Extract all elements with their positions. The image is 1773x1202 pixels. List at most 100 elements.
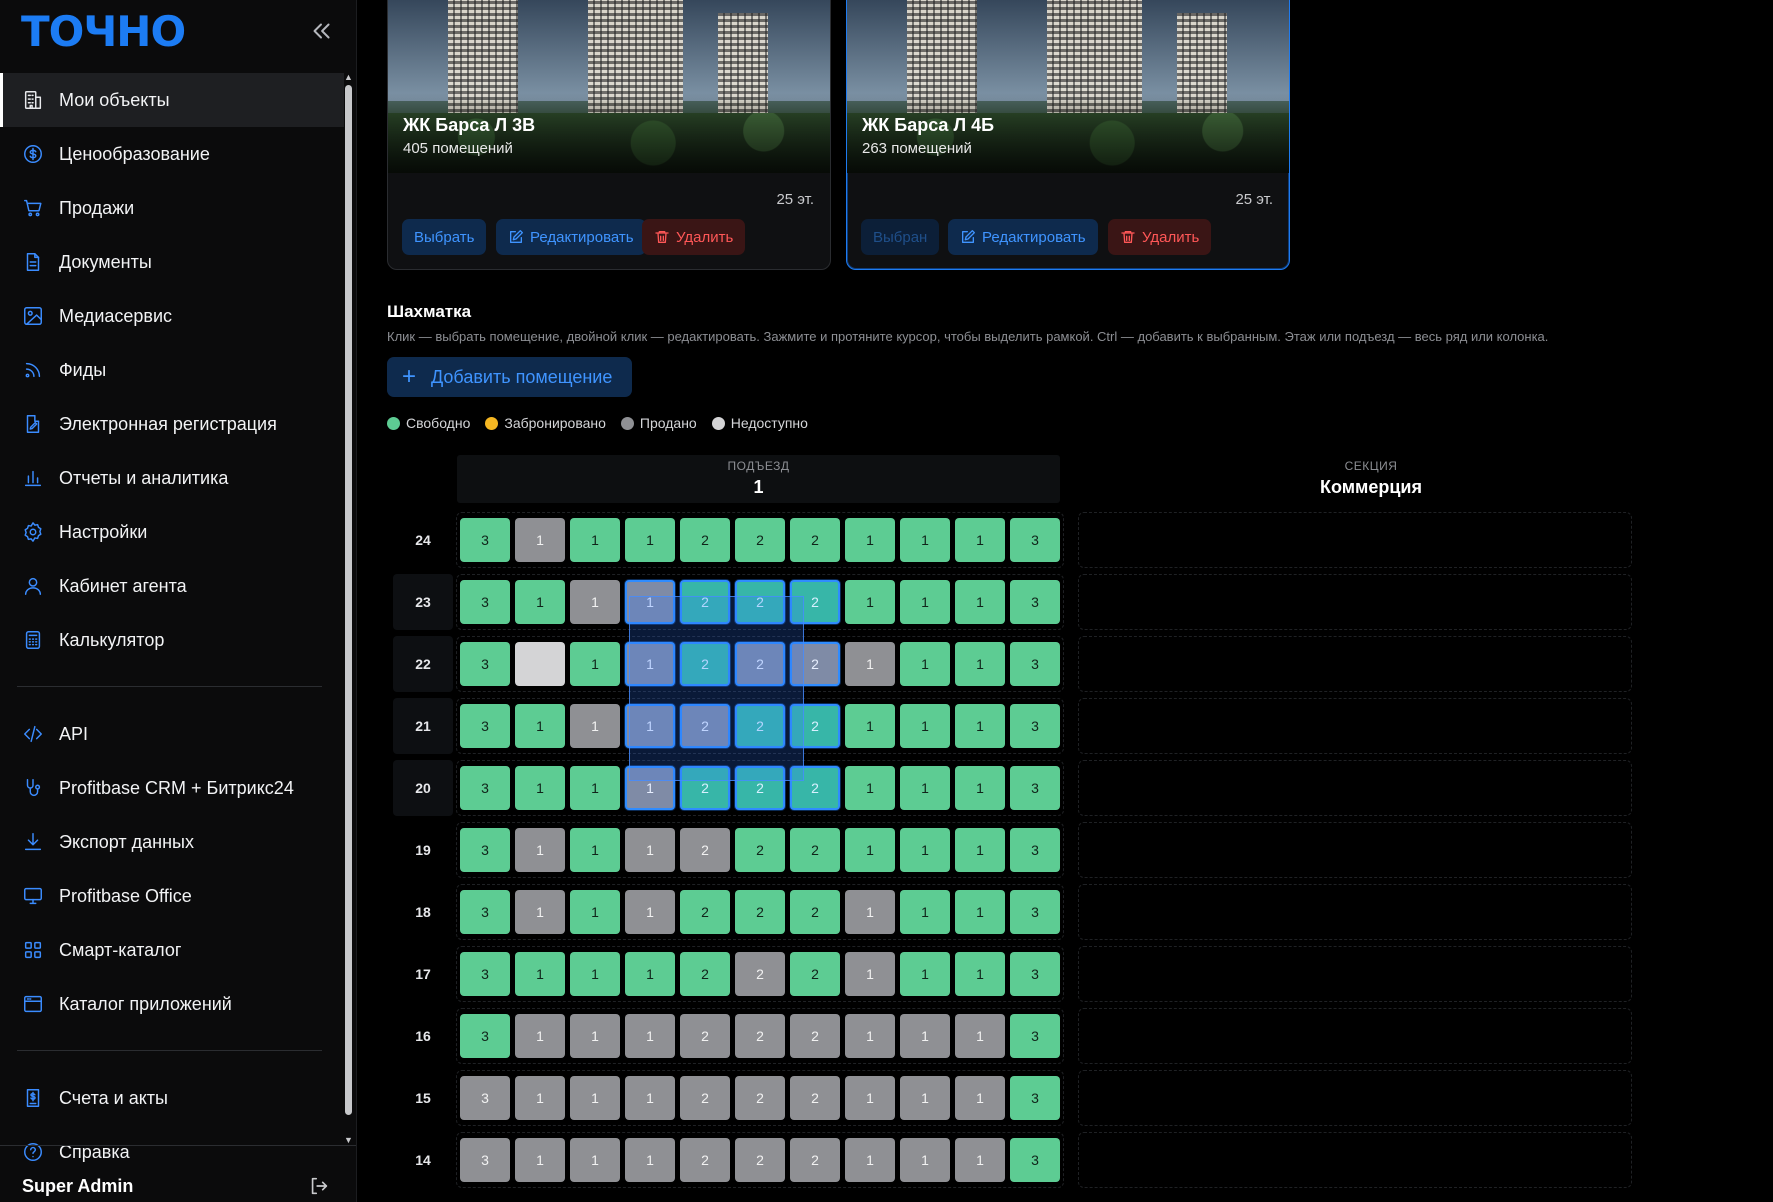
commerce-section-row[interactable]	[1078, 822, 1632, 878]
room-cell[interactable]: 2	[790, 1138, 840, 1182]
commerce-section-row[interactable]	[1078, 884, 1632, 940]
room-cell[interactable]: 3	[1010, 828, 1060, 872]
room-cell[interactable]: 1	[955, 580, 1005, 624]
collapse-sidebar-icon[interactable]	[308, 18, 334, 44]
room-cell[interactable]: 1	[845, 1138, 895, 1182]
room-cell[interactable]: 1	[625, 828, 675, 872]
select-project-button[interactable]: Выбрать	[402, 219, 487, 255]
room-cell[interactable]: 1	[845, 952, 895, 996]
scroll-down-arrow-icon[interactable]: ▼	[344, 1136, 353, 1145]
room-cell[interactable]: 1	[955, 1076, 1005, 1120]
room-cell[interactable]: 2	[790, 704, 840, 748]
room-cell[interactable]: 2	[735, 952, 785, 996]
sidebar-item-4-nav2[interactable]: Profitbase Office	[0, 869, 344, 923]
sidebar-scrollbar[interactable]: ▲ ▼	[344, 73, 353, 1145]
floor-number[interactable]: 16	[393, 1008, 453, 1064]
room-cell[interactable]	[515, 642, 565, 686]
room-cell[interactable]: 2	[790, 1014, 840, 1058]
sidebar-item-3-nav[interactable]: Продажи	[0, 181, 344, 235]
floor-number[interactable]: 15	[393, 1070, 453, 1126]
sidebar-item-7-nav[interactable]: Электронная регистрация	[0, 397, 344, 451]
room-cell[interactable]: 1	[515, 828, 565, 872]
delete-project-button[interactable]: Удалить	[642, 219, 746, 255]
room-cell[interactable]: 2	[790, 766, 840, 810]
room-cell[interactable]: 3	[1010, 766, 1060, 810]
room-cell[interactable]: 1	[900, 1076, 950, 1120]
room-cell[interactable]: 2	[790, 828, 840, 872]
room-cell[interactable]: 1	[625, 518, 675, 562]
room-cell[interactable]: 1	[845, 642, 895, 686]
room-cell[interactable]: 2	[735, 828, 785, 872]
sidebar-item-1-nav2[interactable]: API	[0, 707, 344, 761]
room-cell[interactable]: 1	[845, 580, 895, 624]
room-cell[interactable]: 1	[625, 580, 675, 624]
room-cell[interactable]: 1	[570, 704, 620, 748]
room-cell[interactable]: 1	[625, 766, 675, 810]
room-cell[interactable]: 2	[680, 952, 730, 996]
commerce-section-row[interactable]	[1078, 698, 1632, 754]
room-cell[interactable]: 1	[570, 642, 620, 686]
room-cell[interactable]: 3	[460, 1014, 510, 1058]
room-cell[interactable]: 1	[955, 828, 1005, 872]
room-cell[interactable]: 1	[515, 1138, 565, 1182]
room-cell[interactable]: 1	[955, 890, 1005, 934]
room-cell[interactable]: 1	[515, 952, 565, 996]
room-cell[interactable]: 1	[845, 828, 895, 872]
room-cell[interactable]: 1	[625, 952, 675, 996]
section-header[interactable]: СЕКЦИЯ Коммерция	[1077, 455, 1665, 503]
room-cell[interactable]: 1	[570, 828, 620, 872]
room-cell[interactable]: 1	[900, 890, 950, 934]
sidebar-item-6-nav2[interactable]: Каталог приложений	[0, 977, 344, 1031]
room-cell[interactable]: 3	[1010, 1076, 1060, 1120]
room-cell[interactable]: 1	[845, 766, 895, 810]
room-cell[interactable]: 1	[955, 704, 1005, 748]
room-cell[interactable]: 1	[515, 890, 565, 934]
room-cell[interactable]: 2	[680, 890, 730, 934]
entrance-header[interactable]: ПОДЪЕЗД 1	[457, 455, 1060, 503]
commerce-section-row[interactable]	[1078, 512, 1632, 568]
commerce-section-row[interactable]	[1078, 1008, 1632, 1064]
sidebar-item-10-nav[interactable]: Кабинет агента	[0, 559, 344, 613]
room-cell[interactable]: 2	[735, 766, 785, 810]
edit-project-button[interactable]: Редактировать	[496, 219, 646, 255]
room-cell[interactable]: 2	[790, 642, 840, 686]
sidebar-item-5-nav[interactable]: Медиасервис	[0, 289, 344, 343]
room-cell[interactable]: 2	[735, 704, 785, 748]
floor-number[interactable]: 19	[393, 822, 453, 878]
room-cell[interactable]: 3	[460, 766, 510, 810]
room-cell[interactable]: 1	[900, 518, 950, 562]
floor-number[interactable]: 21	[393, 698, 453, 754]
room-cell[interactable]: 2	[680, 766, 730, 810]
room-cell[interactable]: 1	[570, 766, 620, 810]
room-cell[interactable]: 3	[460, 642, 510, 686]
room-cell[interactable]: 3	[1010, 642, 1060, 686]
sidebar-item-5-nav2[interactable]: Смарт-каталог	[0, 923, 344, 977]
room-cell[interactable]: 2	[790, 518, 840, 562]
room-cell[interactable]: 1	[515, 580, 565, 624]
sidebar-item-2-nav[interactable]: Ценообразование	[0, 127, 344, 181]
commerce-section-row[interactable]	[1078, 1070, 1632, 1126]
room-cell[interactable]: 1	[955, 518, 1005, 562]
floor-number[interactable]: 17	[393, 946, 453, 1002]
room-cell[interactable]: 2	[680, 1014, 730, 1058]
room-cell[interactable]: 1	[515, 766, 565, 810]
room-cell[interactable]: 3	[460, 890, 510, 934]
brand-logo[interactable]: ТОЧНО	[21, 10, 186, 54]
room-cell[interactable]: 3	[1010, 580, 1060, 624]
room-cell[interactable]: 1	[955, 952, 1005, 996]
room-cell[interactable]: 2	[680, 580, 730, 624]
room-cell[interactable]: 1	[515, 518, 565, 562]
room-cell[interactable]: 2	[735, 1076, 785, 1120]
selected-project-button[interactable]: Выбран	[861, 219, 940, 255]
room-cell[interactable]: 1	[900, 1014, 950, 1058]
room-cell[interactable]: 2	[735, 580, 785, 624]
floor-number[interactable]: 22	[393, 636, 453, 692]
floor-number[interactable]: 23	[393, 574, 453, 630]
room-cell[interactable]: 1	[900, 1138, 950, 1182]
room-cell[interactable]: 3	[460, 1076, 510, 1120]
room-cell[interactable]: 3	[460, 952, 510, 996]
room-cell[interactable]: 3	[460, 704, 510, 748]
room-cell[interactable]: 1	[515, 1014, 565, 1058]
room-cell[interactable]: 2	[735, 518, 785, 562]
edit-project-button[interactable]: Редактировать	[948, 219, 1098, 255]
